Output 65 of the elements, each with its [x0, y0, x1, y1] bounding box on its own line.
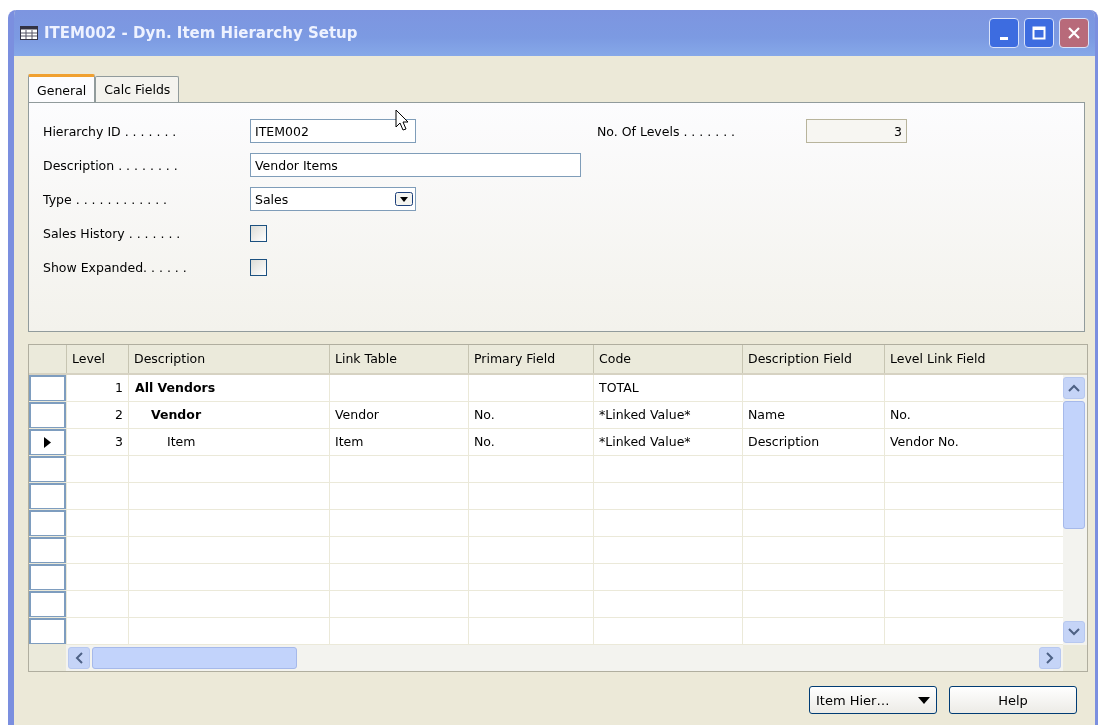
- chevron-right-icon: [1046, 652, 1054, 664]
- table-cell: Name: [748, 407, 785, 422]
- number-field: 3: [806, 119, 907, 143]
- minimize-icon: [1000, 36, 1008, 40]
- close-icon: [1067, 26, 1081, 40]
- checkbox[interactable]: [250, 258, 267, 276]
- column-header[interactable]: Description Field: [742, 345, 884, 373]
- column-header[interactable]: Code: [593, 345, 742, 373]
- column-header[interactable]: Description: [128, 345, 329, 373]
- text-field[interactable]: ITEM002: [250, 119, 416, 143]
- table-cell: Item: [167, 434, 196, 449]
- scroll-down-button[interactable]: [1063, 621, 1085, 643]
- column-header[interactable]: Link Table: [329, 345, 468, 373]
- column-header[interactable]: Level Link Field: [884, 345, 1059, 373]
- table-cell: No.: [890, 407, 911, 422]
- maximize-icon: [1032, 26, 1046, 40]
- table-cell: *Linked Value*: [599, 434, 691, 449]
- horizontal-scrollbar[interactable]: [66, 645, 1063, 671]
- table-icon: [20, 26, 38, 40]
- scroll-thumb[interactable]: [1063, 401, 1085, 529]
- scroll-right-button[interactable]: [1039, 647, 1061, 669]
- chevron-left-icon: [75, 652, 83, 664]
- table-cell: All Vendors: [135, 380, 216, 395]
- table-cell: 1: [115, 380, 123, 395]
- tab[interactable]: Calc Fields: [95, 76, 180, 102]
- table-cell: 3: [115, 434, 123, 449]
- current-row-icon: [44, 437, 51, 448]
- table-cell: TOTAL: [599, 380, 639, 395]
- vertical-scrollbar[interactable]: [1063, 375, 1087, 645]
- table-cell: No.: [474, 407, 495, 422]
- field-label: Sales History . . . . . . .: [43, 225, 182, 241]
- table-cell: No.: [474, 434, 495, 449]
- table-cell: Description: [748, 434, 820, 449]
- table-cell: 2: [115, 407, 123, 422]
- table-cell: Item: [335, 434, 364, 449]
- text-field[interactable]: Vendor Items: [250, 153, 581, 177]
- checkbox[interactable]: [250, 224, 267, 242]
- scroll-left-button[interactable]: [68, 647, 90, 669]
- tab[interactable]: General: [28, 74, 96, 103]
- field-label: Type . . . . . . . . . . . .: [43, 191, 169, 207]
- minimize-button[interactable]: [989, 18, 1019, 48]
- table-cell: Vendor: [335, 407, 379, 422]
- field-label: Show Expanded. . . . . .: [43, 259, 188, 275]
- column-header[interactable]: Level: [66, 345, 128, 373]
- row-selector[interactable]: [29, 429, 66, 455]
- table-cell: Vendor No.: [890, 434, 959, 449]
- field-label: Hierarchy ID . . . . . . .: [43, 123, 178, 139]
- scroll-thumb[interactable]: [92, 647, 297, 669]
- dropdown-field[interactable]: Sales: [250, 187, 416, 211]
- chevron-up-icon: [1068, 384, 1080, 392]
- chevron-down-icon: [1068, 628, 1080, 636]
- window-title: ITEM002 - Dyn. Item Hierarchy Setup: [44, 24, 359, 42]
- help-button[interactable]: Help: [949, 686, 1077, 714]
- scroll-up-button[interactable]: [1063, 377, 1085, 399]
- column-header[interactable]: Primary Field: [468, 345, 593, 373]
- scrollbar-corner: [1063, 645, 1087, 671]
- caret-icon: [918, 696, 930, 704]
- table-cell: *Linked Value*: [599, 407, 691, 422]
- maximize-button[interactable]: [1024, 18, 1054, 48]
- table-cell: Vendor: [151, 407, 202, 422]
- close-button[interactable]: [1059, 18, 1089, 48]
- menu-button[interactable]: Item Hier…: [809, 686, 937, 714]
- mouse-pointer-icon: [395, 109, 409, 131]
- field-label: No. Of Levels . . . . . . .: [597, 123, 737, 139]
- field-label: Description . . . . . . . .: [43, 157, 179, 173]
